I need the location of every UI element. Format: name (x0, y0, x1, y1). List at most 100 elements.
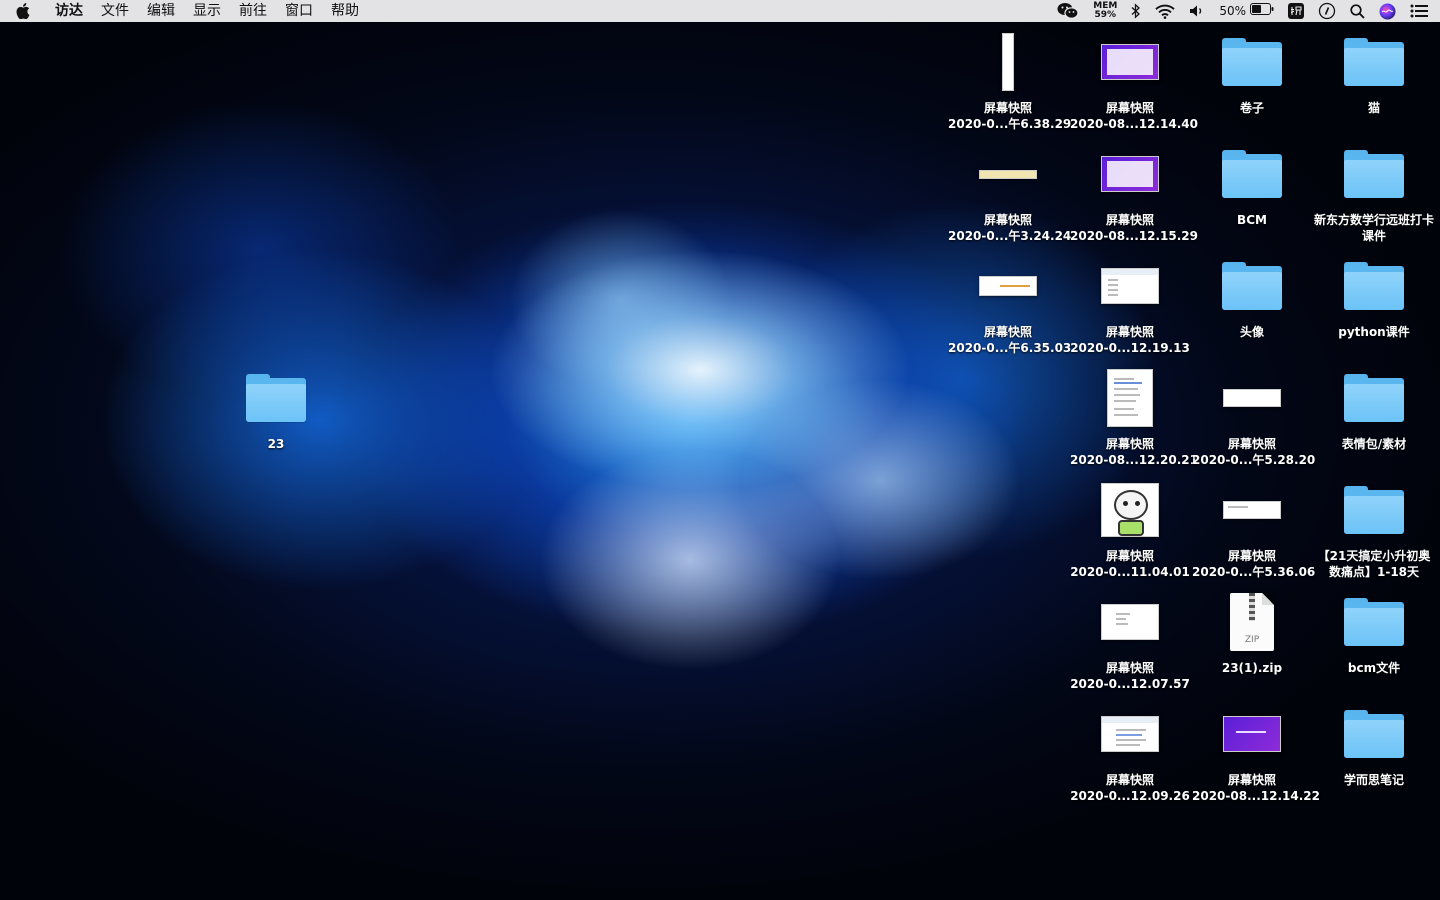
folder-name: 【21天搞定小升初奥数痛点】1-18天 (1317, 549, 1431, 579)
wifi-icon[interactable] (1155, 0, 1175, 22)
folder-mao[interactable]: 猫 (1314, 30, 1434, 116)
folder-icon (1342, 254, 1406, 318)
folder-bcm-files[interactable]: bcm文件 (1314, 590, 1434, 676)
file-name-line1: 屏幕快照 (1105, 325, 1154, 339)
folder-name: BCM (1237, 213, 1267, 227)
battery-icon (1250, 3, 1274, 19)
screenshot-thumbnail-icon (1220, 478, 1284, 542)
file-screenshot-11[interactable]: 屏幕快照 2020-0...12.07.57 (1070, 590, 1190, 692)
file-name-line2: 2020-08...12.15.29 (1070, 229, 1198, 243)
folder-name: 猫 (1367, 101, 1380, 115)
file-name-line2: 2020-0...午6.35.03 (948, 341, 1072, 355)
wechat-icon[interactable] (1057, 0, 1079, 22)
apple-menu-icon[interactable] (0, 0, 46, 22)
screenshot-thumbnail-icon (1098, 590, 1162, 654)
folder-name: 新东方数学行远班打卡课件 (1314, 213, 1435, 243)
file-name-line1: 屏幕快照 (1105, 213, 1154, 227)
screenshot-thumbnail-icon (1098, 142, 1162, 206)
folder-xueersi[interactable]: 学而思笔记 (1314, 702, 1434, 788)
file-screenshot-3[interactable]: 屏幕快照 2020-0...午3.24.24 (948, 142, 1071, 244)
file-name-line1: 屏幕快照 (1105, 549, 1154, 563)
battery-percent: 50% (1219, 4, 1246, 18)
spotlight-search-icon[interactable] (1350, 0, 1365, 22)
file-name-line2: 2020-0...12.19.13 (1070, 341, 1190, 355)
file-name-line2: 2020-0...午5.28.20 (1192, 453, 1316, 467)
folder-icon (1342, 30, 1406, 94)
screenshot-thumbnail-icon (1098, 702, 1162, 766)
file-name-line2: 2020-0...11.04.01 (1070, 565, 1190, 579)
time-machine-icon[interactable] (1318, 0, 1336, 22)
file-name-line1: 屏幕快照 (983, 101, 1032, 115)
input-method-icon[interactable] (1288, 0, 1304, 22)
menu-help[interactable]: 帮助 (322, 0, 368, 22)
file-name-line1: 屏幕快照 (1105, 101, 1154, 115)
file-screenshot-12[interactable]: 屏幕快照 2020-0...12.09.26 (1070, 702, 1190, 804)
file-name: 23(1).zip (1221, 661, 1283, 675)
siri-icon[interactable] (1379, 0, 1396, 22)
file-name-line2: 2020-08...12.14.40 (1070, 117, 1198, 131)
folder-python[interactable]: python课件 (1314, 254, 1434, 340)
folder-name: 学而思笔记 (1343, 773, 1404, 787)
file-screenshot-9[interactable]: 屏幕快照 2020-0...11.04.01 (1070, 478, 1190, 580)
folder-icon (1342, 142, 1406, 206)
file-screenshot-10[interactable]: 屏幕快照 2020-0...午5.36.06 (1192, 478, 1315, 580)
file-screenshot-2[interactable]: 屏幕快照 2020-08...12.14.40 (1070, 30, 1198, 132)
battery-status[interactable]: 50% (1219, 0, 1274, 22)
folder-23[interactable]: 23 (216, 366, 336, 452)
folder-name: python课件 (1338, 325, 1410, 339)
folder-icon (1220, 142, 1284, 206)
file-screenshot-1[interactable]: 屏幕快照 2020-0...午6.38.29 (948, 30, 1072, 132)
file-name-line1: 屏幕快照 (1105, 437, 1154, 451)
menu-edit[interactable]: 编辑 (138, 0, 184, 22)
screenshot-thumbnail-icon (1098, 30, 1162, 94)
menu-go[interactable]: 前往 (230, 0, 276, 22)
file-screenshot-13[interactable]: 屏幕快照 2020-08...12.14.22 (1192, 702, 1320, 804)
folder-icon (1342, 702, 1406, 766)
file-name-line2: 2020-0...午6.38.29 (948, 117, 1072, 131)
menu-bar: 访达 文件 编辑 显示 前往 窗口 帮助 MEM 59% 50% (0, 0, 1440, 22)
folder-name: 头像 (1239, 325, 1264, 339)
folder-bcm[interactable]: BCM (1192, 142, 1312, 228)
menu-window[interactable]: 窗口 (276, 0, 322, 22)
screenshot-thumbnail-icon (1220, 366, 1284, 430)
folder-juanzi[interactable]: 卷子 (1192, 30, 1312, 116)
file-screenshot-4[interactable]: 屏幕快照 2020-08...12.15.29 (1070, 142, 1198, 244)
folder-icon (1342, 590, 1406, 654)
file-name-line1: 屏幕快照 (1227, 437, 1276, 451)
folder-21-days[interactable]: 【21天搞定小升初奥数痛点】1-18天 (1314, 478, 1434, 580)
menu-finder[interactable]: 访达 (46, 0, 92, 22)
file-name-line1: 屏幕快照 (1105, 661, 1154, 675)
folder-touxiang[interactable]: 头像 (1192, 254, 1312, 340)
file-name-line1: 屏幕快照 (1227, 773, 1276, 787)
file-screenshot-8[interactable]: 屏幕快照 2020-0...午5.28.20 (1192, 366, 1316, 468)
folder-biaoqing[interactable]: 表情包/素材 (1314, 366, 1434, 452)
folder-name: 23 (267, 437, 285, 451)
folder-icon (244, 366, 308, 430)
folder-icon (1220, 30, 1284, 94)
screenshot-thumbnail-icon (1098, 366, 1162, 430)
memory-monitor[interactable]: MEM 59% (1093, 0, 1117, 22)
folder-name: 表情包/素材 (1341, 437, 1407, 451)
file-name-line1: 屏幕快照 (983, 213, 1032, 227)
file-screenshot-7[interactable]: 屏幕快照 2020-08...12.20.21 (1070, 366, 1198, 468)
folder-icon (1342, 366, 1406, 430)
file-screenshot-6[interactable]: 屏幕快照 2020-0...12.19.13 (1070, 254, 1190, 356)
menu-file[interactable]: 文件 (92, 0, 138, 22)
file-screenshot-5[interactable]: 屏幕快照 2020-0...午6.35.03 (948, 254, 1072, 356)
menu-view[interactable]: 显示 (184, 0, 230, 22)
notification-center-icon[interactable] (1410, 0, 1428, 22)
file-zip-23[interactable]: ZIP 23(1).zip (1192, 590, 1312, 676)
memory-value: 59% (1094, 10, 1117, 20)
zip-badge: ZIP (1244, 635, 1260, 645)
bluetooth-icon[interactable] (1131, 0, 1141, 22)
file-name-line2: 2020-0...12.09.26 (1070, 789, 1190, 803)
folder-icon (1220, 254, 1284, 318)
volume-icon[interactable] (1189, 0, 1205, 22)
screenshot-thumbnail-icon (1220, 702, 1284, 766)
file-name-line2: 2020-08...12.20.21 (1070, 453, 1198, 467)
folder-xdf-math[interactable]: 新东方数学行远班打卡课件 (1314, 142, 1434, 244)
folder-name: bcm文件 (1347, 661, 1401, 675)
screenshot-thumbnail-icon (976, 30, 1040, 94)
file-name-line1: 屏幕快照 (1227, 549, 1276, 563)
folder-name: 卷子 (1239, 101, 1264, 115)
